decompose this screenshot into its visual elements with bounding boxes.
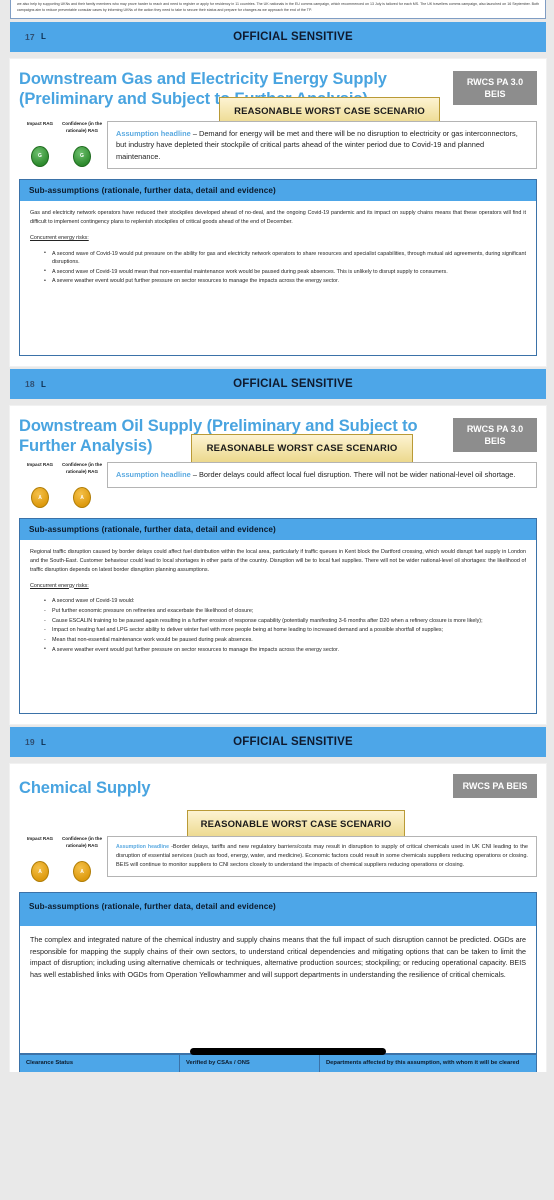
list-item: Mean that non-essential maintenance work…: [44, 636, 526, 645]
risks-title: Concurrent energy risks:: [30, 582, 89, 589]
classification-label: OFFICIAL SENSITIVE: [233, 30, 353, 43]
redaction-bar: [190, 1047, 386, 1055]
list-item: Impact on heating fuel and LPG sector ab…: [44, 626, 526, 635]
slide-header: Downstream Oil Supply (Preliminary and S…: [19, 416, 537, 464]
confidence-rag-label: Confidence (in the rationale) RAG: [61, 120, 103, 133]
panel-whitespace: [30, 655, 526, 703]
assumption-headline-text: Assumption headline – Demand for energy …: [116, 128, 528, 162]
confidence-rag-label: Confidence (in the rationale) RAG: [61, 836, 103, 848]
assumption-headline-text: Assumption headline – Border delays coul…: [116, 469, 528, 480]
table-header-cell: Clearance Status: [20, 1054, 180, 1072]
confidence-rag-label: Confidence (in the rationale) RAG: [61, 462, 103, 474]
rag-row: Impact RAG A Confidence (in the rational…: [19, 462, 537, 509]
assumption-headline-label: Assumption headline: [116, 844, 169, 851]
owner-badge: RWCS PA 3.0 BEIS: [453, 70, 537, 106]
risks-list: A second wave of Covid-19 would: Put fur…: [30, 597, 526, 654]
list-item: A second wave of Covid-19 would:: [44, 597, 526, 606]
sub-assumptions-paragraph: The complex and integrated nature of the…: [30, 935, 526, 980]
list-item: Put further economic pressure on refiner…: [44, 607, 526, 616]
sub-assumptions-body: Gas and electricity network operators ha…: [20, 201, 536, 355]
sub-assumptions-panel: Sub-assumptions (rationale, further data…: [19, 518, 537, 715]
sub-assumptions-header: Sub-assumptions (rationale, further data…: [20, 893, 536, 927]
assumption-headline-box: Assumption headline – Border delays coul…: [107, 462, 537, 488]
list-item: Cause ESCALIN training to be paused agai…: [44, 617, 526, 626]
slide-gas-electricity: Downstream Gas and Electricity Energy Su…: [10, 58, 546, 367]
impact-rag-label: Impact RAG: [26, 120, 54, 126]
confidence-rag-indicator: A: [73, 487, 91, 509]
sub-assumptions-panel: Sub-assumptions (rationale, further data…: [19, 179, 537, 357]
sub-assumptions-body: The complex and integrated nature of the…: [20, 926, 536, 1053]
assumption-headline-box: Assumption headline – Demand for energy …: [107, 120, 537, 170]
assumption-headline-label: Assumption headline: [116, 470, 191, 480]
sub-assumptions-paragraph: Regional traffic disruption caused by bo…: [30, 549, 526, 573]
panel-whitespace: [30, 981, 526, 1043]
document-page: we also help by supporting UKNs and thei…: [0, 0, 554, 1072]
page-mark-icon: L: [41, 737, 46, 747]
assumption-headline-text: Assumption headline -Border delays, tari…: [116, 843, 528, 870]
confidence-rag-column: Confidence (in the rationale) RAG G: [61, 121, 103, 167]
assumption-headline-body: – Border delays could affect local fuel …: [192, 470, 516, 480]
owner-badge: RWCS PA BEIS: [453, 774, 537, 799]
slide-header: Chemical Supply RWCS PA BEIS REASONABLE …: [19, 774, 537, 840]
fragment-paragraph: we also help by supporting UKNs and thei…: [17, 2, 539, 12]
risks-list: A second wave of Covid-19 would put pres…: [30, 249, 526, 287]
page-title: Chemical Supply: [19, 779, 151, 798]
list-item: A second wave of Covid-19 would put pres…: [44, 249, 526, 267]
impact-rag-column: Impact RAG A: [19, 462, 61, 509]
confidence-rag-indicator: G: [73, 145, 91, 167]
sub-assumptions-header: Sub-assumptions (rationale, further data…: [20, 180, 536, 202]
impact-rag-column: Impact RAG G: [19, 121, 61, 167]
scenario-banner: REASONABLE WORST CASE SCENARIO: [191, 434, 413, 464]
classification-label: OFFICIAL SENSITIVE: [233, 378, 353, 391]
classification-label: OFFICIAL SENSITIVE: [233, 736, 353, 749]
scenario-banner: REASONABLE WORST CASE SCENARIO: [187, 810, 405, 840]
confidence-rag-column: Confidence (in the rationale) RAG A: [61, 836, 103, 883]
impact-rag-label: Impact RAG: [26, 462, 54, 468]
table-header-cell: Departments affected by this assumption,…: [320, 1054, 536, 1072]
impact-rag-label: Impact RAG: [26, 836, 54, 842]
slide-downstream-oil: Downstream Oil Supply (Preliminary and S…: [10, 406, 546, 725]
page-number: 19: [25, 737, 35, 748]
sub-assumptions-header: Sub-assumptions (rationale, further data…: [20, 519, 536, 541]
list-item: A severe weather event would put further…: [44, 277, 526, 286]
sub-assumptions-panel: Sub-assumptions (rationale, further data…: [19, 892, 537, 1054]
sub-assumptions-paragraph: Gas and electricity network operators ha…: [30, 210, 526, 225]
assumption-headline-body: -Border delays, tariffs and new regulato…: [116, 844, 528, 869]
page-mark-icon: L: [41, 379, 46, 389]
list-item: A second wave of Covid-19 would mean tha…: [44, 267, 526, 277]
owner-badge: RWCS PA 3.0 BEIS: [453, 418, 537, 453]
impact-rag-indicator: A: [31, 861, 49, 883]
impact-rag-column: Impact RAG A: [19, 836, 61, 883]
page-mark-icon: L: [41, 32, 46, 42]
confidence-rag-column: Confidence (in the rationale) RAG A: [61, 462, 103, 509]
classification-banner-18: 18 L OFFICIAL SENSITIVE: [10, 369, 546, 400]
list-item: A severe weather event would put further…: [44, 645, 526, 655]
clearance-footer-table: Clearance Status Verified by CSAs / ONS …: [19, 1053, 537, 1072]
previous-slide-fragment: we also help by supporting UKNs and thei…: [10, 0, 546, 19]
risks-title: Concurrent energy risks:: [30, 234, 89, 241]
assumption-headline-box: Assumption headline -Border delays, tari…: [107, 836, 537, 878]
panel-whitespace: [30, 287, 526, 345]
impact-rag-indicator: G: [31, 145, 49, 167]
rag-row: Impact RAG A Confidence (in the rational…: [19, 836, 537, 883]
sub-assumptions-body: Regional traffic disruption caused by bo…: [20, 540, 536, 713]
page-number: 17: [25, 31, 35, 42]
page-number: 18: [25, 379, 35, 390]
slide-chemical-supply: Chemical Supply RWCS PA BEIS REASONABLE …: [10, 764, 546, 1072]
confidence-rag-indicator: A: [73, 861, 91, 883]
classification-banner-19: 19 L OFFICIAL SENSITIVE: [10, 727, 546, 758]
assumption-headline-label: Assumption headline: [116, 128, 191, 138]
impact-rag-indicator: A: [31, 487, 49, 509]
table-header-cell: Verified by CSAs / ONS: [180, 1054, 320, 1072]
classification-banner-17: 17 L OFFICIAL SENSITIVE: [10, 21, 546, 52]
slide-header: Downstream Gas and Electricity Energy Su…: [19, 69, 537, 126]
rag-row: Impact RAG G Confidence (in the rational…: [19, 120, 537, 170]
